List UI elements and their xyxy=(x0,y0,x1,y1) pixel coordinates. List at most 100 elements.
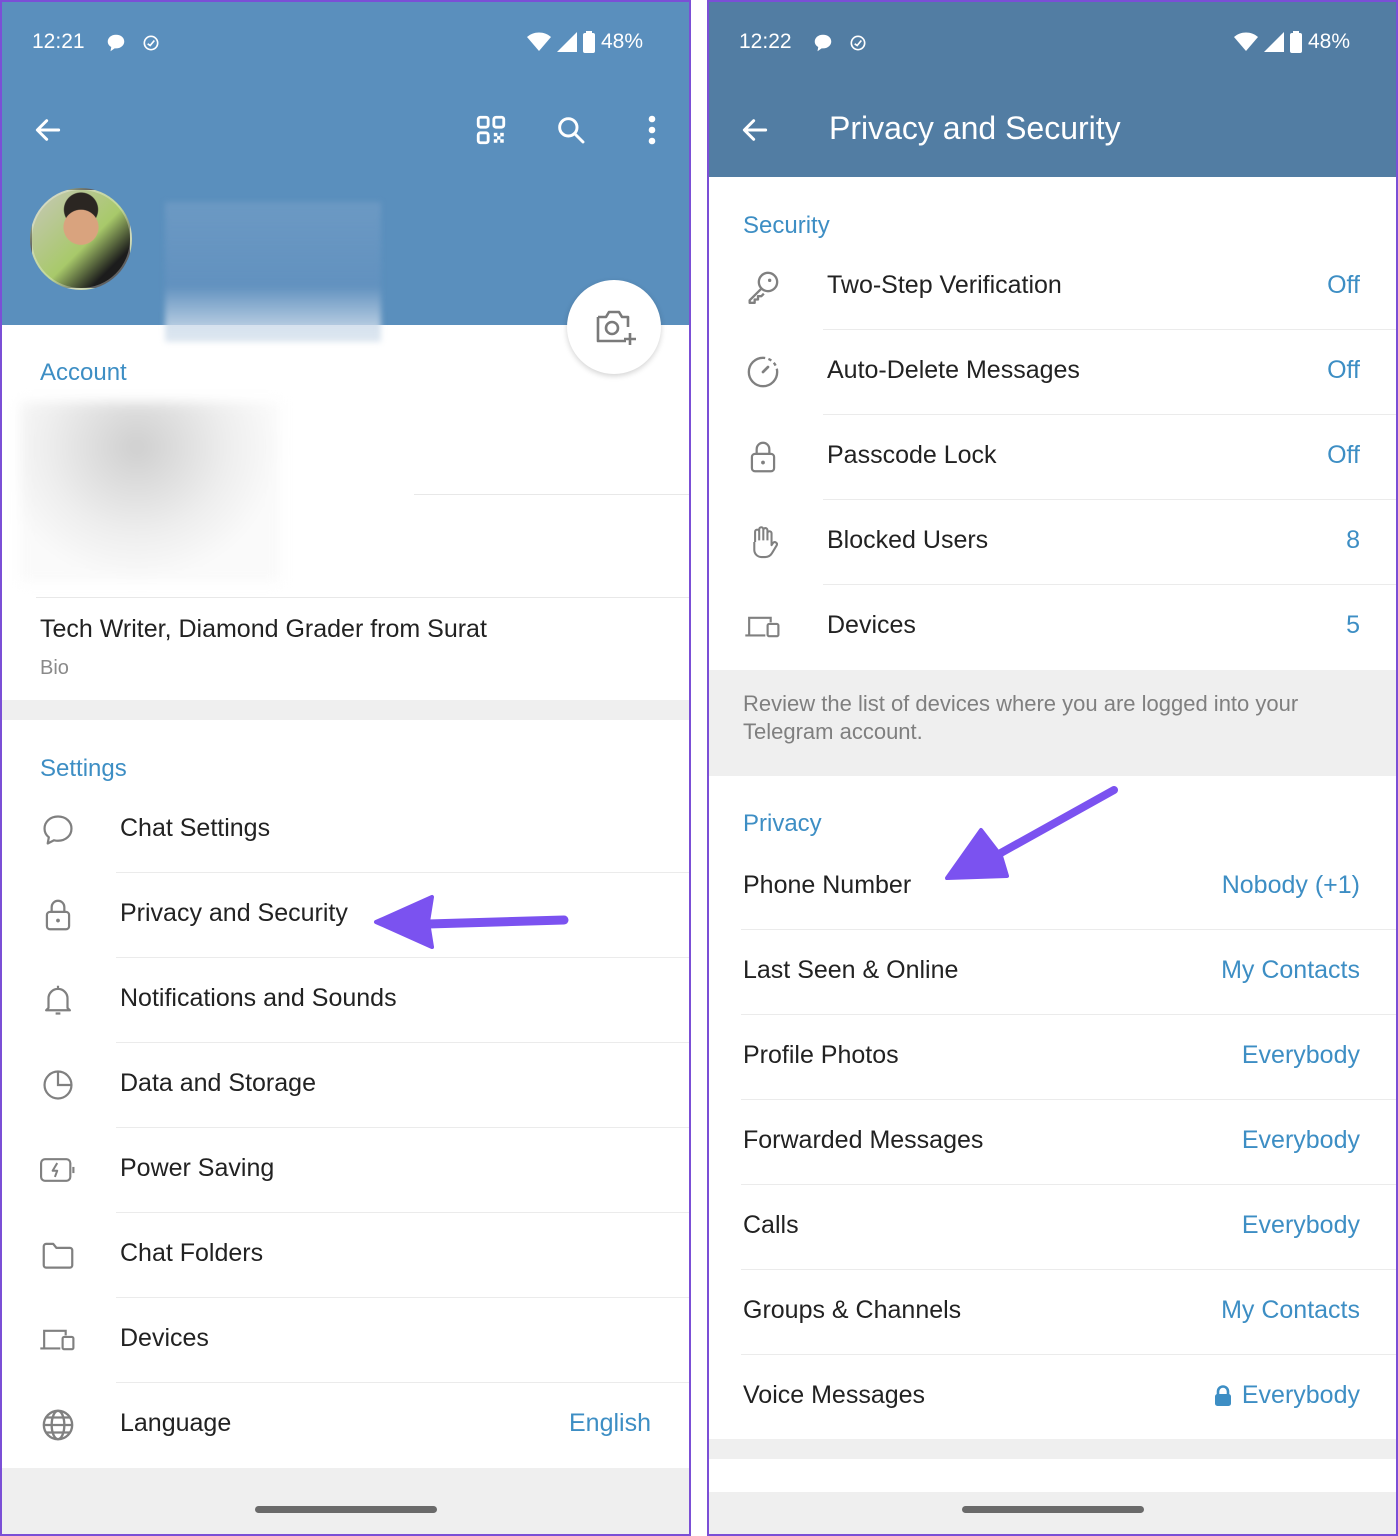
section-separator xyxy=(2,700,689,720)
settings-item-chat-settings[interactable]: Chat Settings xyxy=(2,788,689,873)
privacy-item-profile-photos[interactable]: Profile Photos Everybody xyxy=(709,1015,1396,1100)
security-item-label: Passcode Lock xyxy=(827,441,997,469)
security-item-devices[interactable]: Devices 5 xyxy=(709,585,1396,670)
more-vertical-icon xyxy=(648,115,656,145)
security-item-label: Two-Step Verification xyxy=(827,271,1062,299)
pie-chart-icon xyxy=(38,1065,78,1105)
battery-bolt-icon xyxy=(38,1150,78,1190)
home-gesture-handle[interactable] xyxy=(961,1506,1144,1513)
security-item-label: Blocked Users xyxy=(827,526,989,554)
settings-item-label: Devices xyxy=(120,1324,209,1352)
settings-item-label: Power Saving xyxy=(120,1154,275,1182)
back-button[interactable] xyxy=(735,110,775,150)
wifi-icon xyxy=(526,32,551,51)
settings-item-devices[interactable]: Devices xyxy=(2,1298,689,1383)
settings-section-title: Settings xyxy=(40,755,127,782)
settings-item-power-saving[interactable]: Power Saving xyxy=(2,1128,689,1213)
settings-item-label: Language xyxy=(120,1409,232,1437)
more-options-button[interactable] xyxy=(632,110,672,150)
security-item-passcode[interactable]: Passcode Lock Off xyxy=(709,415,1396,500)
security-item-label: Devices xyxy=(827,611,916,639)
qr-code-button[interactable] xyxy=(471,110,511,150)
status-bar: 12:22 48% xyxy=(709,2,1396,82)
privacy-item-voice-messages[interactable]: Voice Messages Everybody xyxy=(709,1355,1396,1440)
security-item-auto-delete[interactable]: Auto-Delete Messages Off xyxy=(709,330,1396,415)
navigation-bar xyxy=(709,1492,1396,1534)
settings-item-privacy-security[interactable]: Privacy and Security xyxy=(2,873,689,958)
sync-notification-icon xyxy=(143,35,159,51)
search-icon xyxy=(558,117,585,144)
privacy-item-forwarded-messages[interactable]: Forwarded Messages Everybody xyxy=(709,1100,1396,1185)
lock-icon xyxy=(38,895,78,935)
battery-percent: 48% xyxy=(600,30,643,53)
privacy-security-screen: 12:22 48% Privacy and Security Security … xyxy=(707,0,1398,1536)
add-photo-icon xyxy=(596,310,636,345)
devices-info-box: Review the list of devices where you are… xyxy=(709,670,1396,776)
message-notification-icon xyxy=(107,34,125,52)
privacy-item-value: My Contacts xyxy=(1221,956,1360,984)
privacy-item-label: Profile Photos xyxy=(743,1041,899,1069)
battery-icon xyxy=(582,31,595,53)
privacy-item-label: Calls xyxy=(743,1211,799,1239)
page-title: Privacy and Security xyxy=(829,110,1121,146)
lock-icon xyxy=(743,437,783,477)
folder-icon xyxy=(38,1235,78,1275)
security-item-blocked-users[interactable]: Blocked Users 8 xyxy=(709,500,1396,585)
key-icon xyxy=(743,267,783,307)
settings-item-data-storage[interactable]: Data and Storage xyxy=(2,1043,689,1128)
set-profile-photo-button[interactable] xyxy=(567,280,661,374)
security-section-title: Security xyxy=(743,212,830,239)
timer-icon xyxy=(743,352,783,392)
navigation-bar xyxy=(2,1492,689,1534)
settings-screen: 12:21 48% Account Tech Writer, Diamond G… xyxy=(0,0,691,1536)
divider xyxy=(36,597,689,598)
chat-bubble-icon xyxy=(38,810,78,850)
privacy-item-label: Voice Messages xyxy=(743,1381,926,1409)
settings-item-label: Data and Storage xyxy=(120,1069,316,1097)
signal-icon xyxy=(1263,32,1284,52)
status-time: 12:22 xyxy=(739,30,792,53)
hand-stop-icon xyxy=(743,522,783,562)
battery-percent: 48% xyxy=(1307,30,1350,53)
settings-item-label: Privacy and Security xyxy=(120,899,348,927)
back-button[interactable] xyxy=(28,110,68,150)
privacy-item-last-seen[interactable]: Last Seen & Online My Contacts xyxy=(709,930,1396,1015)
settings-item-label: Chat Folders xyxy=(120,1239,264,1267)
devices-icon xyxy=(38,1320,78,1360)
account-phone-redacted[interactable] xyxy=(20,402,280,582)
divider xyxy=(414,494,689,495)
devices-icon xyxy=(743,607,783,647)
security-item-value: Off xyxy=(1327,441,1360,469)
privacy-item-calls[interactable]: Calls Everybody xyxy=(709,1185,1396,1270)
bio-label: Bio xyxy=(40,657,69,679)
search-button[interactable] xyxy=(551,110,591,150)
settings-item-label: Chat Settings xyxy=(120,814,271,842)
premium-lock-icon xyxy=(1214,1384,1231,1406)
home-gesture-handle[interactable] xyxy=(254,1506,437,1513)
privacy-item-label: Last Seen & Online xyxy=(743,956,959,984)
privacy-item-value: Everybody xyxy=(1241,1126,1360,1154)
language-value: English xyxy=(569,1409,651,1437)
privacy-item-label: Phone Number xyxy=(743,871,912,899)
privacy-item-groups-channels[interactable]: Groups & Channels My Contacts xyxy=(709,1270,1396,1355)
globe-icon xyxy=(38,1405,78,1445)
privacy-item-phone-number[interactable]: Phone Number Nobody (+1) xyxy=(709,845,1396,930)
wifi-icon xyxy=(1233,32,1258,51)
avatar[interactable] xyxy=(30,188,132,290)
privacy-item-label: Groups & Channels xyxy=(743,1296,962,1324)
battery-icon xyxy=(1289,31,1302,53)
security-item-two-step[interactable]: Two-Step Verification Off xyxy=(709,245,1396,330)
privacy-item-value: My Contacts xyxy=(1221,1296,1360,1324)
settings-item-chat-folders[interactable]: Chat Folders xyxy=(2,1213,689,1298)
security-item-label: Auto-Delete Messages xyxy=(827,356,1080,384)
privacy-item-value: Everybody xyxy=(1241,1381,1360,1409)
settings-item-notifications[interactable]: Notifications and Sounds xyxy=(2,958,689,1043)
status-time: 12:21 xyxy=(32,30,85,53)
settings-item-language[interactable]: Language English xyxy=(2,1383,689,1468)
devices-info-text: Review the list of devices where you are… xyxy=(743,691,1299,744)
arrow-left-icon xyxy=(742,119,768,141)
bell-icon xyxy=(38,980,78,1020)
signal-icon xyxy=(556,32,577,52)
profile-name-redacted xyxy=(165,202,381,342)
privacy-section-title: Privacy xyxy=(743,810,822,837)
